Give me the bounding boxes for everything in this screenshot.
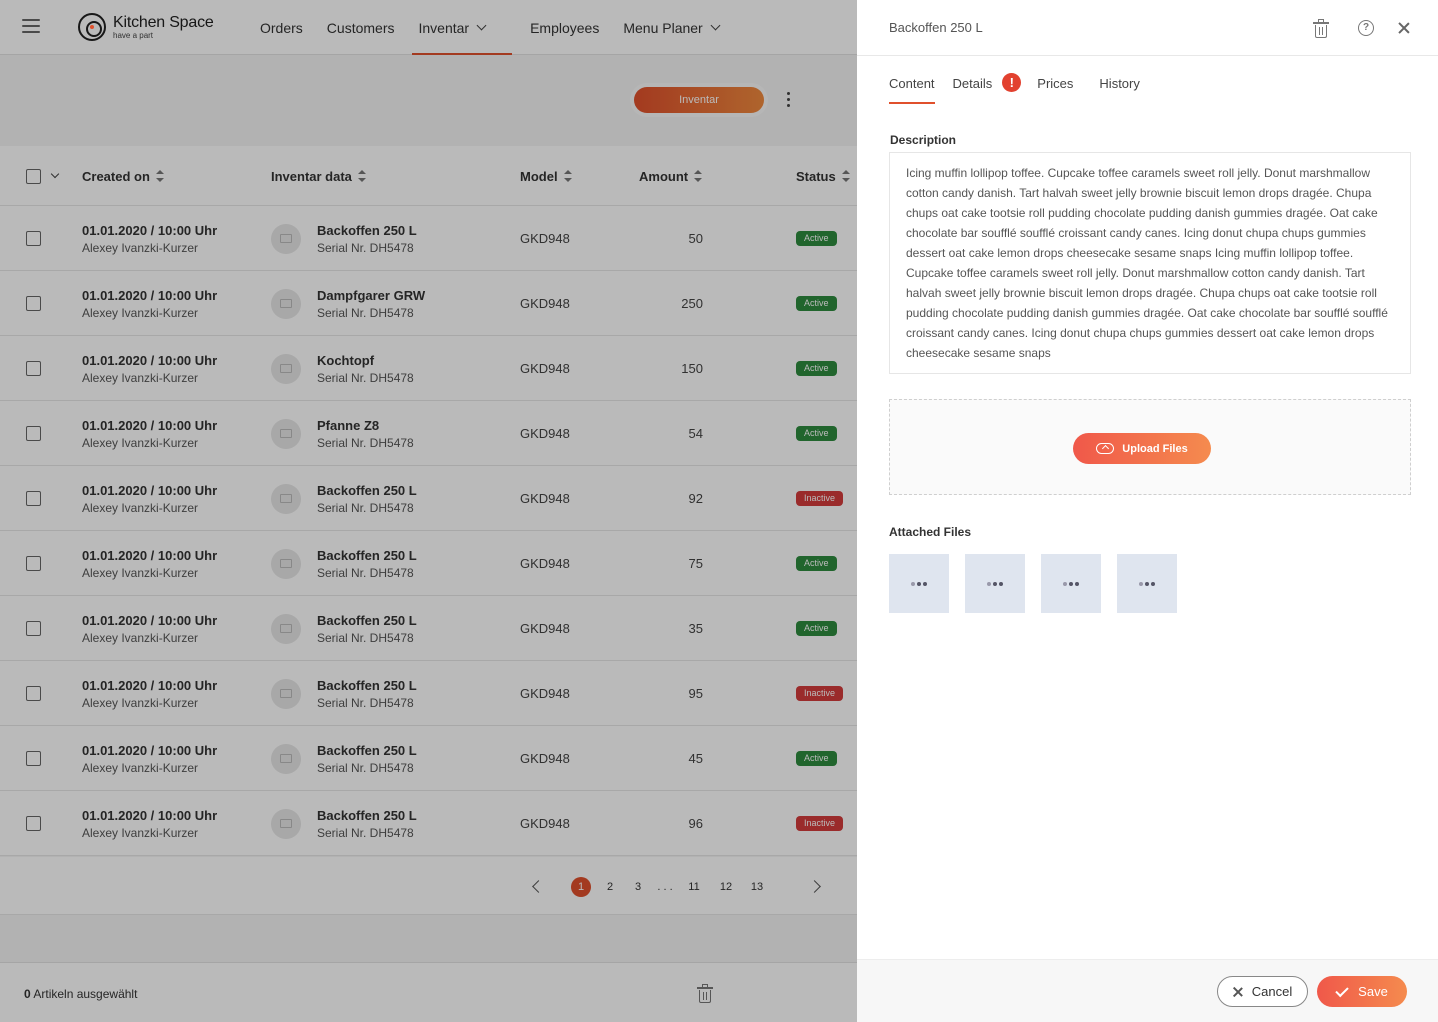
- tab-content-label: Content: [889, 76, 935, 91]
- tab-prices-label: Prices: [1037, 76, 1074, 91]
- attached-file-thumbnail[interactable]: [1117, 554, 1177, 613]
- cancel-label: Cancel: [1251, 984, 1293, 999]
- attached-files-label: Attached Files: [889, 525, 972, 539]
- tab-history[interactable]: History: [1099, 76, 1139, 104]
- close-icon: [1233, 987, 1243, 997]
- main-app: Kitchen Space have a part Orders Custome…: [0, 0, 857, 1022]
- attached-files-list: [889, 554, 1193, 613]
- tab-details-label: Details: [952, 76, 993, 91]
- edit-drawer: Backoffen 250 L ? Content Details! Price…: [857, 0, 1438, 1022]
- close-icon[interactable]: [1397, 21, 1411, 35]
- attached-file-thumbnail[interactable]: [1041, 554, 1101, 613]
- check-icon: [1335, 983, 1349, 997]
- tab-prices[interactable]: Prices: [1037, 76, 1073, 104]
- attached-file-thumbnail[interactable]: [965, 554, 1025, 613]
- modal-backdrop[interactable]: [0, 0, 857, 1022]
- delete-item-trash-icon[interactable]: [1313, 19, 1329, 38]
- cancel-button[interactable]: Cancel: [1217, 976, 1308, 1007]
- upload-files-label: Upload Files: [1122, 442, 1188, 455]
- save-label: Save: [1358, 984, 1388, 999]
- tab-content[interactable]: Content: [889, 76, 935, 104]
- help-icon[interactable]: ?: [1358, 20, 1374, 36]
- file-dropzone[interactable]: Upload Files: [889, 399, 1411, 495]
- description-label: Description: [890, 133, 957, 147]
- attached-file-thumbnail[interactable]: [889, 554, 949, 613]
- drawer-title: Backoffen 250 L: [889, 20, 983, 35]
- tab-history-label: History: [1099, 76, 1140, 91]
- tab-details[interactable]: Details!: [952, 73, 1022, 104]
- drawer-header: Backoffen 250 L ?: [857, 0, 1438, 56]
- description-textarea[interactable]: Icing muffin lollipop toffee. Cupcake to…: [889, 152, 1411, 374]
- cloud-upload-icon: [1096, 443, 1115, 454]
- save-button[interactable]: Save: [1317, 976, 1407, 1007]
- warning-icon: !: [1002, 73, 1022, 92]
- upload-files-button[interactable]: Upload Files: [1073, 433, 1211, 464]
- drawer-footer: Cancel Save: [857, 959, 1438, 1022]
- drawer-tabs: Content Details! Prices History: [889, 73, 1158, 104]
